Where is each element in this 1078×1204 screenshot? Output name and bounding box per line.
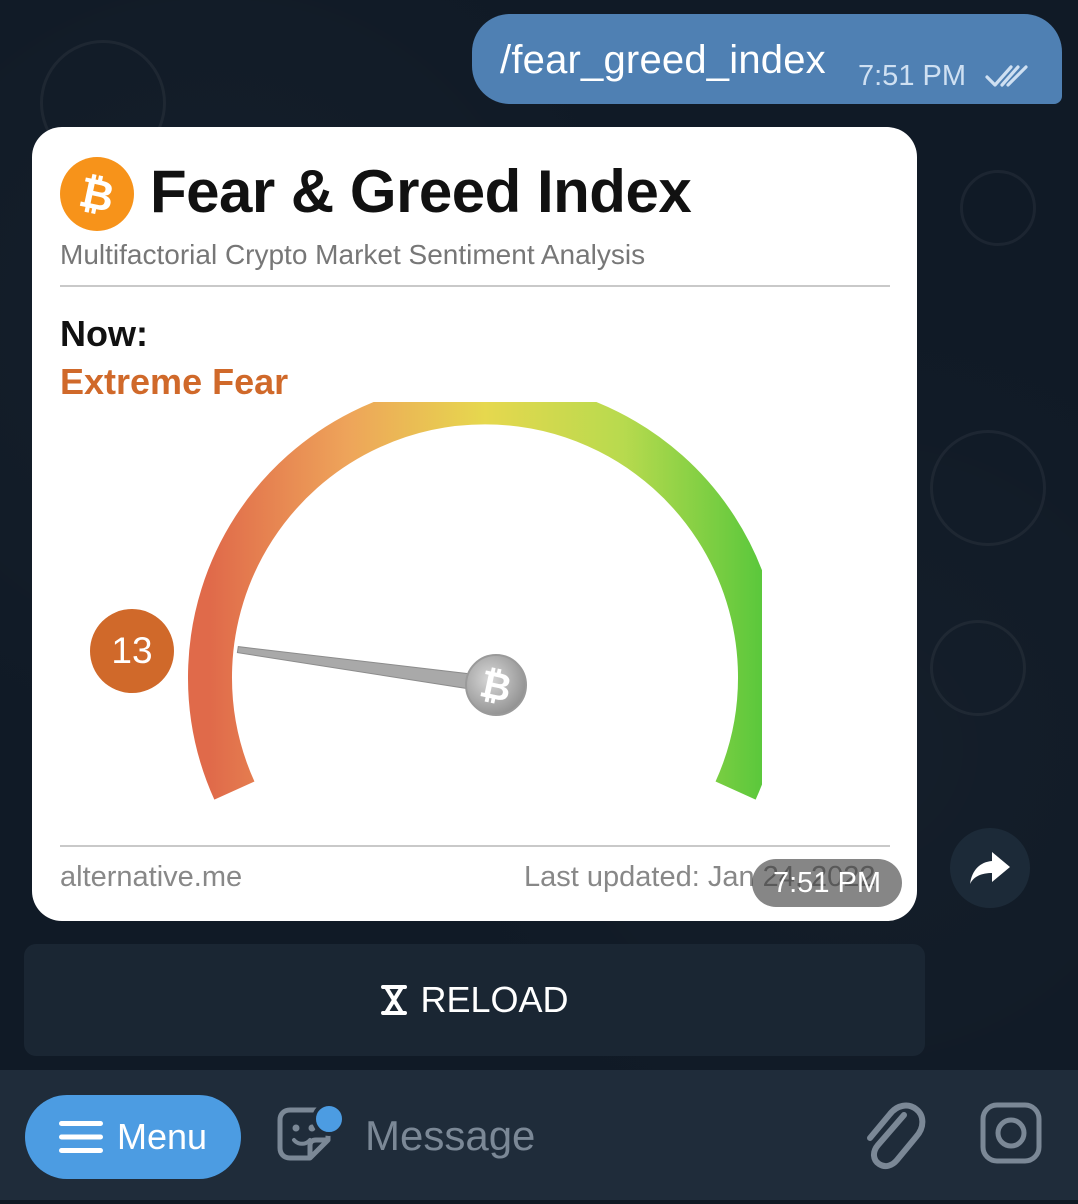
outgoing-message-bubble[interactable]: /fear_greed_index 7:51 PM xyxy=(472,14,1062,104)
bitcoin-logo-icon: ₿ xyxy=(60,157,134,231)
forward-button[interactable] xyxy=(950,828,1030,908)
outgoing-message-time: 7:51 PM xyxy=(858,60,966,92)
hourglass-icon xyxy=(381,985,408,1015)
background-doodle xyxy=(960,170,1036,246)
index-title: Fear & Greed Index xyxy=(150,158,692,225)
source-label: alternative.me xyxy=(60,861,243,893)
index-value-badge: 13 xyxy=(90,609,174,693)
menu-label: Menu xyxy=(116,1116,208,1157)
read-check-icon xyxy=(984,62,1030,95)
divider xyxy=(60,845,890,847)
forward-arrow-icon xyxy=(970,852,1010,884)
gauge-needle xyxy=(236,646,498,694)
camera-icon xyxy=(980,1102,1042,1164)
camera-button[interactable] xyxy=(978,1100,1044,1171)
message-input-bar: Menu xyxy=(0,1070,1078,1200)
fear-greed-image-message[interactable]: ₿ Fear & Greed Index Multifactorial Cryp… xyxy=(32,127,917,921)
attach-button[interactable] xyxy=(858,1071,928,1204)
background-doodle xyxy=(930,620,1026,716)
now-label: Now: xyxy=(60,313,148,354)
index-subtitle: Multifactorial Crypto Market Sentiment A… xyxy=(60,239,646,270)
outgoing-message-text: /fear_greed_index xyxy=(500,38,826,82)
sentiment-gauge: ₿ xyxy=(188,402,762,800)
gauge-hub-bitcoin-icon: ₿ xyxy=(465,654,527,716)
background-doodle xyxy=(930,430,1046,546)
reload-button[interactable]: RELOAD xyxy=(24,944,925,1056)
reload-label: RELOAD xyxy=(420,979,569,1020)
divider xyxy=(60,285,890,287)
svg-text:₿: ₿ xyxy=(75,169,118,219)
message-input[interactable] xyxy=(365,1110,815,1162)
sentiment-value: Extreme Fear xyxy=(60,361,289,402)
gauge-arc xyxy=(188,402,762,800)
sticker-notification-dot xyxy=(312,1102,346,1136)
hamburger-menu-icon xyxy=(58,1121,103,1153)
menu-button[interactable]: Menu xyxy=(25,1095,241,1179)
paperclip-icon xyxy=(867,1102,926,1170)
image-message-time: 7:51 PM xyxy=(752,859,902,907)
